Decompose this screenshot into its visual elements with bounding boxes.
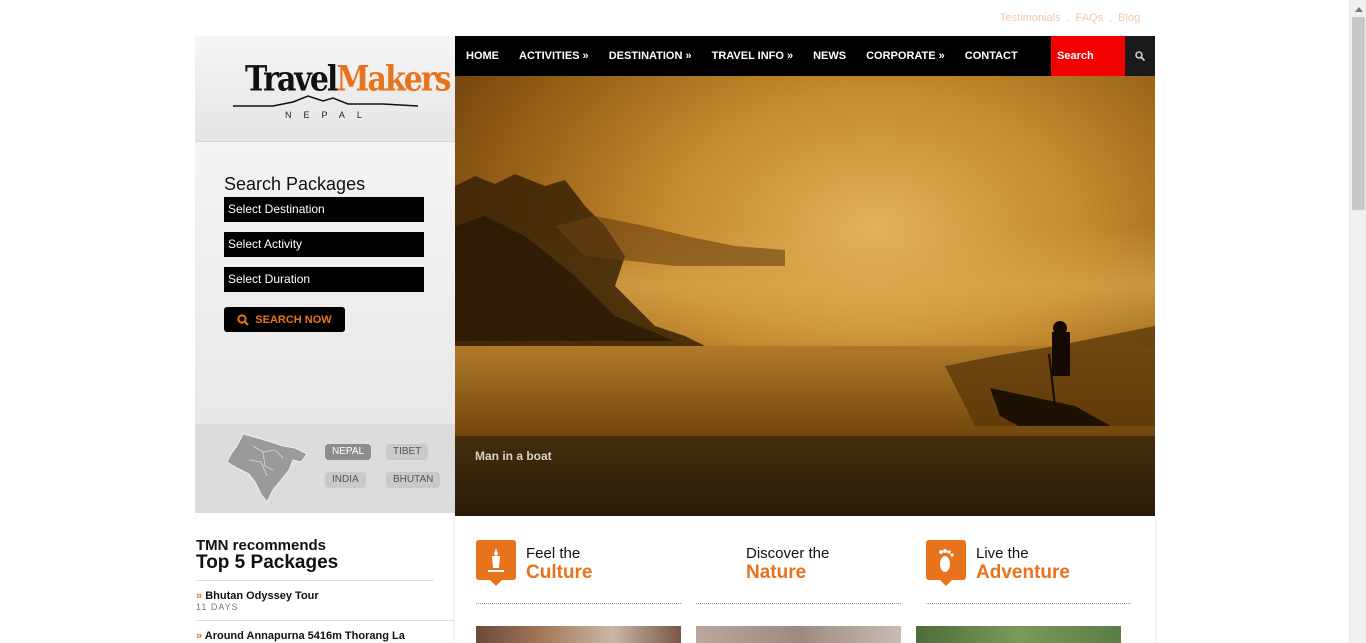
separator: , — [1109, 12, 1113, 24]
logo-subtitle: NEPAL — [285, 110, 374, 120]
feature-line1: Discover the — [746, 545, 830, 562]
vertical-scrollbar[interactable] — [1349, 0, 1366, 643]
destination-select[interactable]: Select Destination — [224, 197, 424, 222]
region-map-panel: NEPAL TIBET INDIA BHUTAN — [195, 424, 455, 513]
separator: , — [1066, 12, 1070, 24]
feature-line1: Live the — [976, 545, 1029, 562]
features-strip: Feel the Culture Discover the Nature Liv… — [455, 516, 1155, 643]
feature-culture[interactable]: Feel the Culture — [476, 540, 681, 604]
nav-destination[interactable]: DESTINATION » — [599, 36, 702, 76]
adventure-thumbnail[interactable] — [916, 626, 1121, 643]
logo-area: TravelMakers NEPAL — [195, 36, 455, 142]
feature-nature[interactable]: Discover the Nature — [696, 540, 901, 604]
culture-thumbnail[interactable] — [476, 626, 681, 643]
recommendations: TMN recommends Top 5 Packages » Bhutan O… — [195, 513, 455, 643]
main-column: HOME ACTIVITIES » DESTINATION » TRAVEL I… — [455, 36, 1155, 643]
mountain-line-icon — [233, 95, 419, 107]
left-column: TravelMakers NEPAL Search Packages Selec… — [195, 36, 455, 643]
search-icon — [237, 313, 250, 326]
region-nepal[interactable]: NEPAL — [325, 444, 372, 460]
package-name-text: Around Annapurna 5416m Thorang La — [204, 630, 405, 642]
hero-caption: Man in a boat — [475, 449, 552, 463]
search-input[interactable] — [1051, 36, 1125, 76]
region-bhutan[interactable]: BHUTAN — [386, 472, 441, 488]
feature-adventure[interactable]: Live the Adventure — [926, 540, 1131, 604]
scroll-up-arrow-icon[interactable] — [1350, 0, 1366, 17]
hero-slideshow[interactable]: Man in a boat — [455, 76, 1155, 516]
feature-line2: Nature — [746, 562, 807, 583]
testimonials-link[interactable]: Testimonials — [1000, 12, 1061, 24]
search-icon — [1135, 51, 1145, 61]
package-name: » Around Annapurna 5416m Thorang La — [196, 630, 405, 642]
map-icon — [226, 433, 308, 503]
duration-select[interactable]: Select Duration — [224, 267, 424, 292]
search-now-label: SEARCH NOW — [255, 313, 332, 326]
nav-corporate[interactable]: CORPORATE » — [856, 36, 955, 76]
travel-makers-logo[interactable]: TravelMakers NEPAL — [233, 59, 452, 122]
main-nav: HOME ACTIVITIES » DESTINATION » TRAVEL I… — [455, 36, 1155, 76]
search-packages-title: Search Packages — [224, 174, 366, 194]
nature-thumbnail[interactable] — [696, 626, 901, 643]
recommend-subheading: Top 5 Packages — [196, 552, 339, 573]
page: Testimonials , FAQs , Blog TravelMakers … — [0, 0, 1366, 643]
top-links: Testimonials , FAQs , Blog — [1000, 12, 1150, 24]
package-item[interactable]: » Around Annapurna 5416m Thorang La — [196, 621, 454, 643]
search-now-button[interactable]: SEARCH NOW — [224, 307, 345, 332]
package-name: » Bhutan Odyssey Tour — [196, 590, 319, 602]
faqs-link[interactable]: FAQs — [1076, 12, 1104, 24]
nav-home[interactable]: HOME — [455, 36, 509, 76]
search-submit-button[interactable] — [1125, 36, 1155, 76]
region-tibet[interactable]: TIBET — [386, 444, 429, 460]
feature-line2: Adventure — [976, 562, 1070, 583]
blog-link[interactable]: Blog — [1118, 12, 1140, 24]
package-item[interactable]: » Bhutan Odyssey Tour 11 DAYS — [196, 581, 454, 621]
culture-icon — [476, 540, 516, 586]
hero-scene-image — [455, 174, 1155, 426]
nav-news[interactable]: NEWS — [803, 36, 856, 76]
package-days: 11 DAYS — [196, 602, 239, 612]
activity-select[interactable]: Select Activity — [224, 232, 424, 257]
feature-line2: Culture — [526, 562, 593, 583]
nav-contact[interactable]: CONTACT — [955, 36, 1028, 76]
search-packages-panel: Search Packages Select Destination Selec… — [195, 142, 455, 424]
feature-line1: Feel the — [526, 545, 581, 562]
region-india[interactable]: INDIA — [325, 472, 366, 488]
nav-activities[interactable]: ACTIVITIES » — [509, 36, 599, 76]
scrollbar-thumb[interactable] — [1352, 17, 1365, 210]
package-name-text: Bhutan Odyssey Tour — [205, 590, 319, 602]
footprint-icon — [926, 540, 966, 586]
hero-caption-bar: Man in a boat — [455, 436, 1155, 516]
nav-travel-info[interactable]: TRAVEL INFO » — [702, 36, 804, 76]
